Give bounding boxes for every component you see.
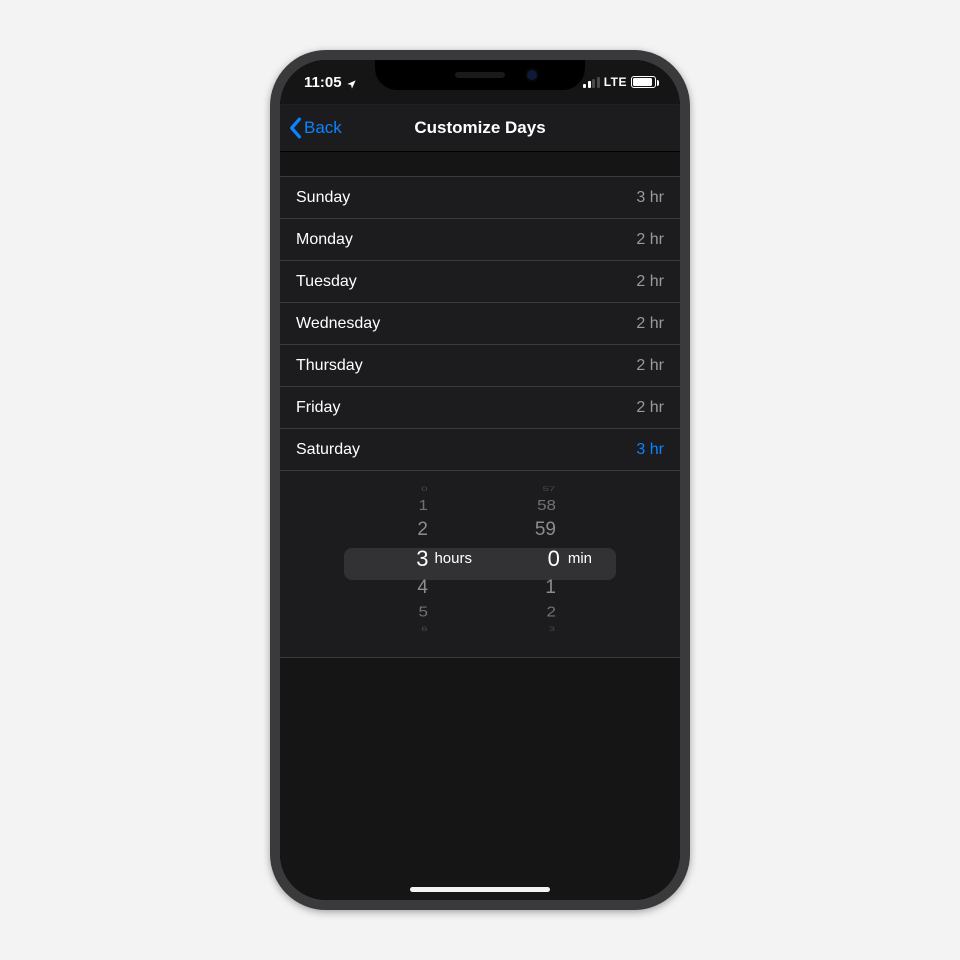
screen: 11:05 LTE [280, 60, 680, 900]
day-row-saturday[interactable]: Saturday 3 hr [280, 429, 680, 471]
picker-hour-option: 0 [363, 486, 477, 493]
picker-minute-unit: min [568, 543, 592, 575]
picker-minute-option: 2 [480, 603, 600, 622]
day-row-wednesday[interactable]: Wednesday 2 hr [280, 303, 680, 345]
picker-minute-value: 0 [544, 543, 560, 575]
day-label: Sunday [296, 189, 350, 207]
picker-hours-column[interactable]: 0 1 2 3 hours 4 5 6 [360, 483, 480, 635]
picker-hour-option: 5 [360, 603, 480, 622]
earpiece [455, 72, 505, 78]
picker-hour-selected: 3 hours [360, 543, 480, 575]
day-value: 2 hr [636, 399, 664, 417]
picker-hour-option: 1 [360, 497, 480, 516]
day-row-friday[interactable]: Friday 2 hr [280, 387, 680, 429]
cellular-signal-icon [583, 77, 600, 88]
day-label: Saturday [296, 441, 360, 459]
picker-hour-unit: hours [434, 543, 472, 575]
home-indicator[interactable] [410, 887, 550, 892]
day-value: 2 hr [636, 315, 664, 333]
day-value: 3 hr [636, 441, 664, 459]
network-label: LTE [604, 75, 627, 89]
picker-minute-option: 59 [480, 517, 600, 543]
day-label: Monday [296, 231, 353, 249]
status-time: 11:05 [304, 74, 342, 91]
picker-hour-option: 2 [360, 517, 480, 543]
location-icon [346, 77, 357, 88]
picker-minute-option: 1 [480, 575, 600, 601]
picker-hour-option: 6 [363, 626, 477, 633]
picker-minute-option: 3 [483, 626, 597, 633]
picker-hour-option: 4 [360, 575, 480, 601]
day-row-sunday[interactable]: Sunday 3 hr [280, 177, 680, 219]
time-picker: 0 1 2 3 hours 4 5 6 57 58 59 [280, 471, 680, 658]
picker-hour-value: 3 [412, 543, 428, 575]
day-label: Friday [296, 399, 340, 417]
battery-icon [631, 76, 656, 88]
front-camera [527, 70, 537, 80]
picker-minutes-column[interactable]: 57 58 59 0 min 1 2 3 [480, 483, 600, 635]
day-label: Thursday [296, 357, 363, 375]
day-row-monday[interactable]: Monday 2 hr [280, 219, 680, 261]
day-value: 2 hr [636, 273, 664, 291]
device-frame: 11:05 LTE [270, 50, 690, 910]
day-label: Tuesday [296, 273, 357, 291]
day-row-thursday[interactable]: Thursday 2 hr [280, 345, 680, 387]
back-button[interactable]: Back [288, 105, 342, 151]
notch [375, 60, 585, 90]
day-row-tuesday[interactable]: Tuesday 2 hr [280, 261, 680, 303]
chevron-left-icon [288, 117, 302, 139]
day-label: Wednesday [296, 315, 380, 333]
day-list: Sunday 3 hr Monday 2 hr Tuesday 2 hr Wed… [280, 176, 680, 471]
navigation-bar: Back Customize Days [280, 104, 680, 152]
day-value: 2 hr [636, 357, 664, 375]
picker-minute-option: 57 [483, 486, 597, 493]
picker-minute-option: 58 [480, 497, 600, 516]
day-value: 2 hr [636, 231, 664, 249]
page-title: Customize Days [414, 118, 545, 138]
empty-area [280, 658, 680, 900]
day-value: 3 hr [636, 189, 664, 207]
back-label: Back [304, 118, 342, 138]
picker-minute-selected: 0 min [480, 543, 600, 575]
section-gap [280, 152, 680, 176]
